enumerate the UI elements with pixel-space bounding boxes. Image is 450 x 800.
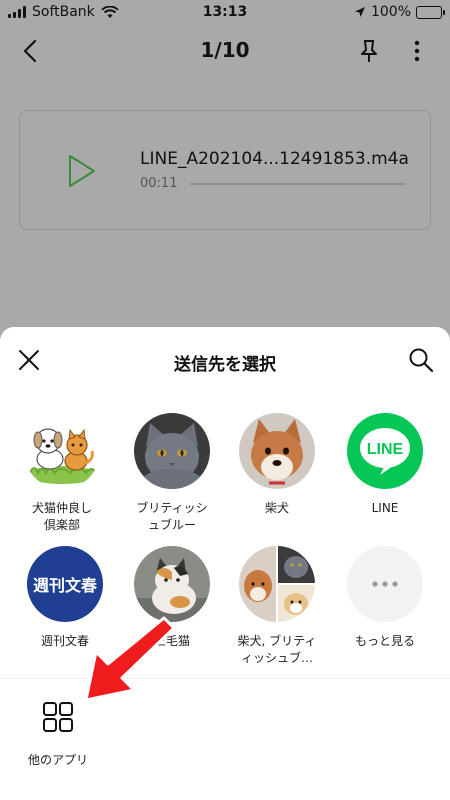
contact-name: 柴犬, ブリティ ィッシュブ… [237,634,317,665]
contact-item[interactable]: 柴犬, ブリティ ィッシュブ… [225,546,329,667]
line-logo-icon: LINE [347,413,423,489]
contact-name: LINE [371,501,399,515]
avatar [134,546,210,622]
contact-item[interactable]: 犬猫仲良し 倶楽部 [10,413,114,534]
viewer-header: 1/10 [0,26,450,76]
contact-item[interactable]: 週刊文春 週刊文春 [13,546,117,650]
contact-item[interactable]: LINE LINE [333,413,437,517]
contact-item[interactable]: 柴犬 [225,413,329,517]
back-icon[interactable] [16,36,46,66]
sheet-title: 送信先を選択 [174,355,276,375]
location-icon [354,7,365,17]
contact-item[interactable]: 三毛猫 [120,546,224,650]
search-icon[interactable] [406,345,436,375]
share-sheet: 送信先を選択 犬猫仲良し 倶楽部 ブリティッシ ュブルー 柴犬 LINE LIN… [0,327,450,800]
svg-text:LINE: LINE [367,441,404,458]
pin-icon[interactable] [354,36,384,66]
contact-name: 柴犬 [264,501,289,515]
contact-name: 犬猫仲良し 倶楽部 [31,501,92,532]
bunshun-logo-icon: 週刊文春 [27,546,103,622]
grey-cat-photo-icon [134,413,210,489]
calico-cat-photo-icon [134,546,210,622]
battery-icon [416,5,445,19]
play-icon[interactable] [64,151,100,191]
other-apps-label: 他のアプリ [27,753,88,767]
more-options-icon[interactable] [402,36,432,66]
see-more-button[interactable]: もっと見る [333,546,437,650]
shiba-inu-photo-icon [239,413,315,489]
contact-item[interactable]: ブリティッシ ュブルー [120,413,224,534]
contact-name: ブリティッシ ュブルー [136,501,208,532]
close-icon[interactable] [14,345,44,375]
battery-percent: 100% [370,4,411,20]
dog-cat-illustration-icon [24,413,100,489]
avatar [24,413,100,489]
status-bar: SoftBank 13:13 100% [0,0,450,26]
more-dots-icon [347,546,423,622]
grid-icon [43,702,73,732]
avatar [239,413,315,489]
audio-player: LINE_A202104...12491853.m4a 00:11 [19,110,431,230]
audio-file-name: LINE_A202104...12491853.m4a [140,149,409,169]
group-avatar [239,546,315,622]
see-more-label: もっと見る [354,634,415,648]
svg-text:週刊文春: 週刊文春 [33,576,98,595]
contact-name: 三毛猫 [153,634,190,648]
group-photo-collage-icon [239,546,315,622]
contact-name: 週刊文春 [40,634,89,648]
divider [0,678,450,679]
audio-duration: 00:11 [140,176,178,191]
avatar [134,413,210,489]
other-apps-button[interactable]: 他のアプリ [16,697,100,768]
audio-progress-bar[interactable] [190,183,405,185]
